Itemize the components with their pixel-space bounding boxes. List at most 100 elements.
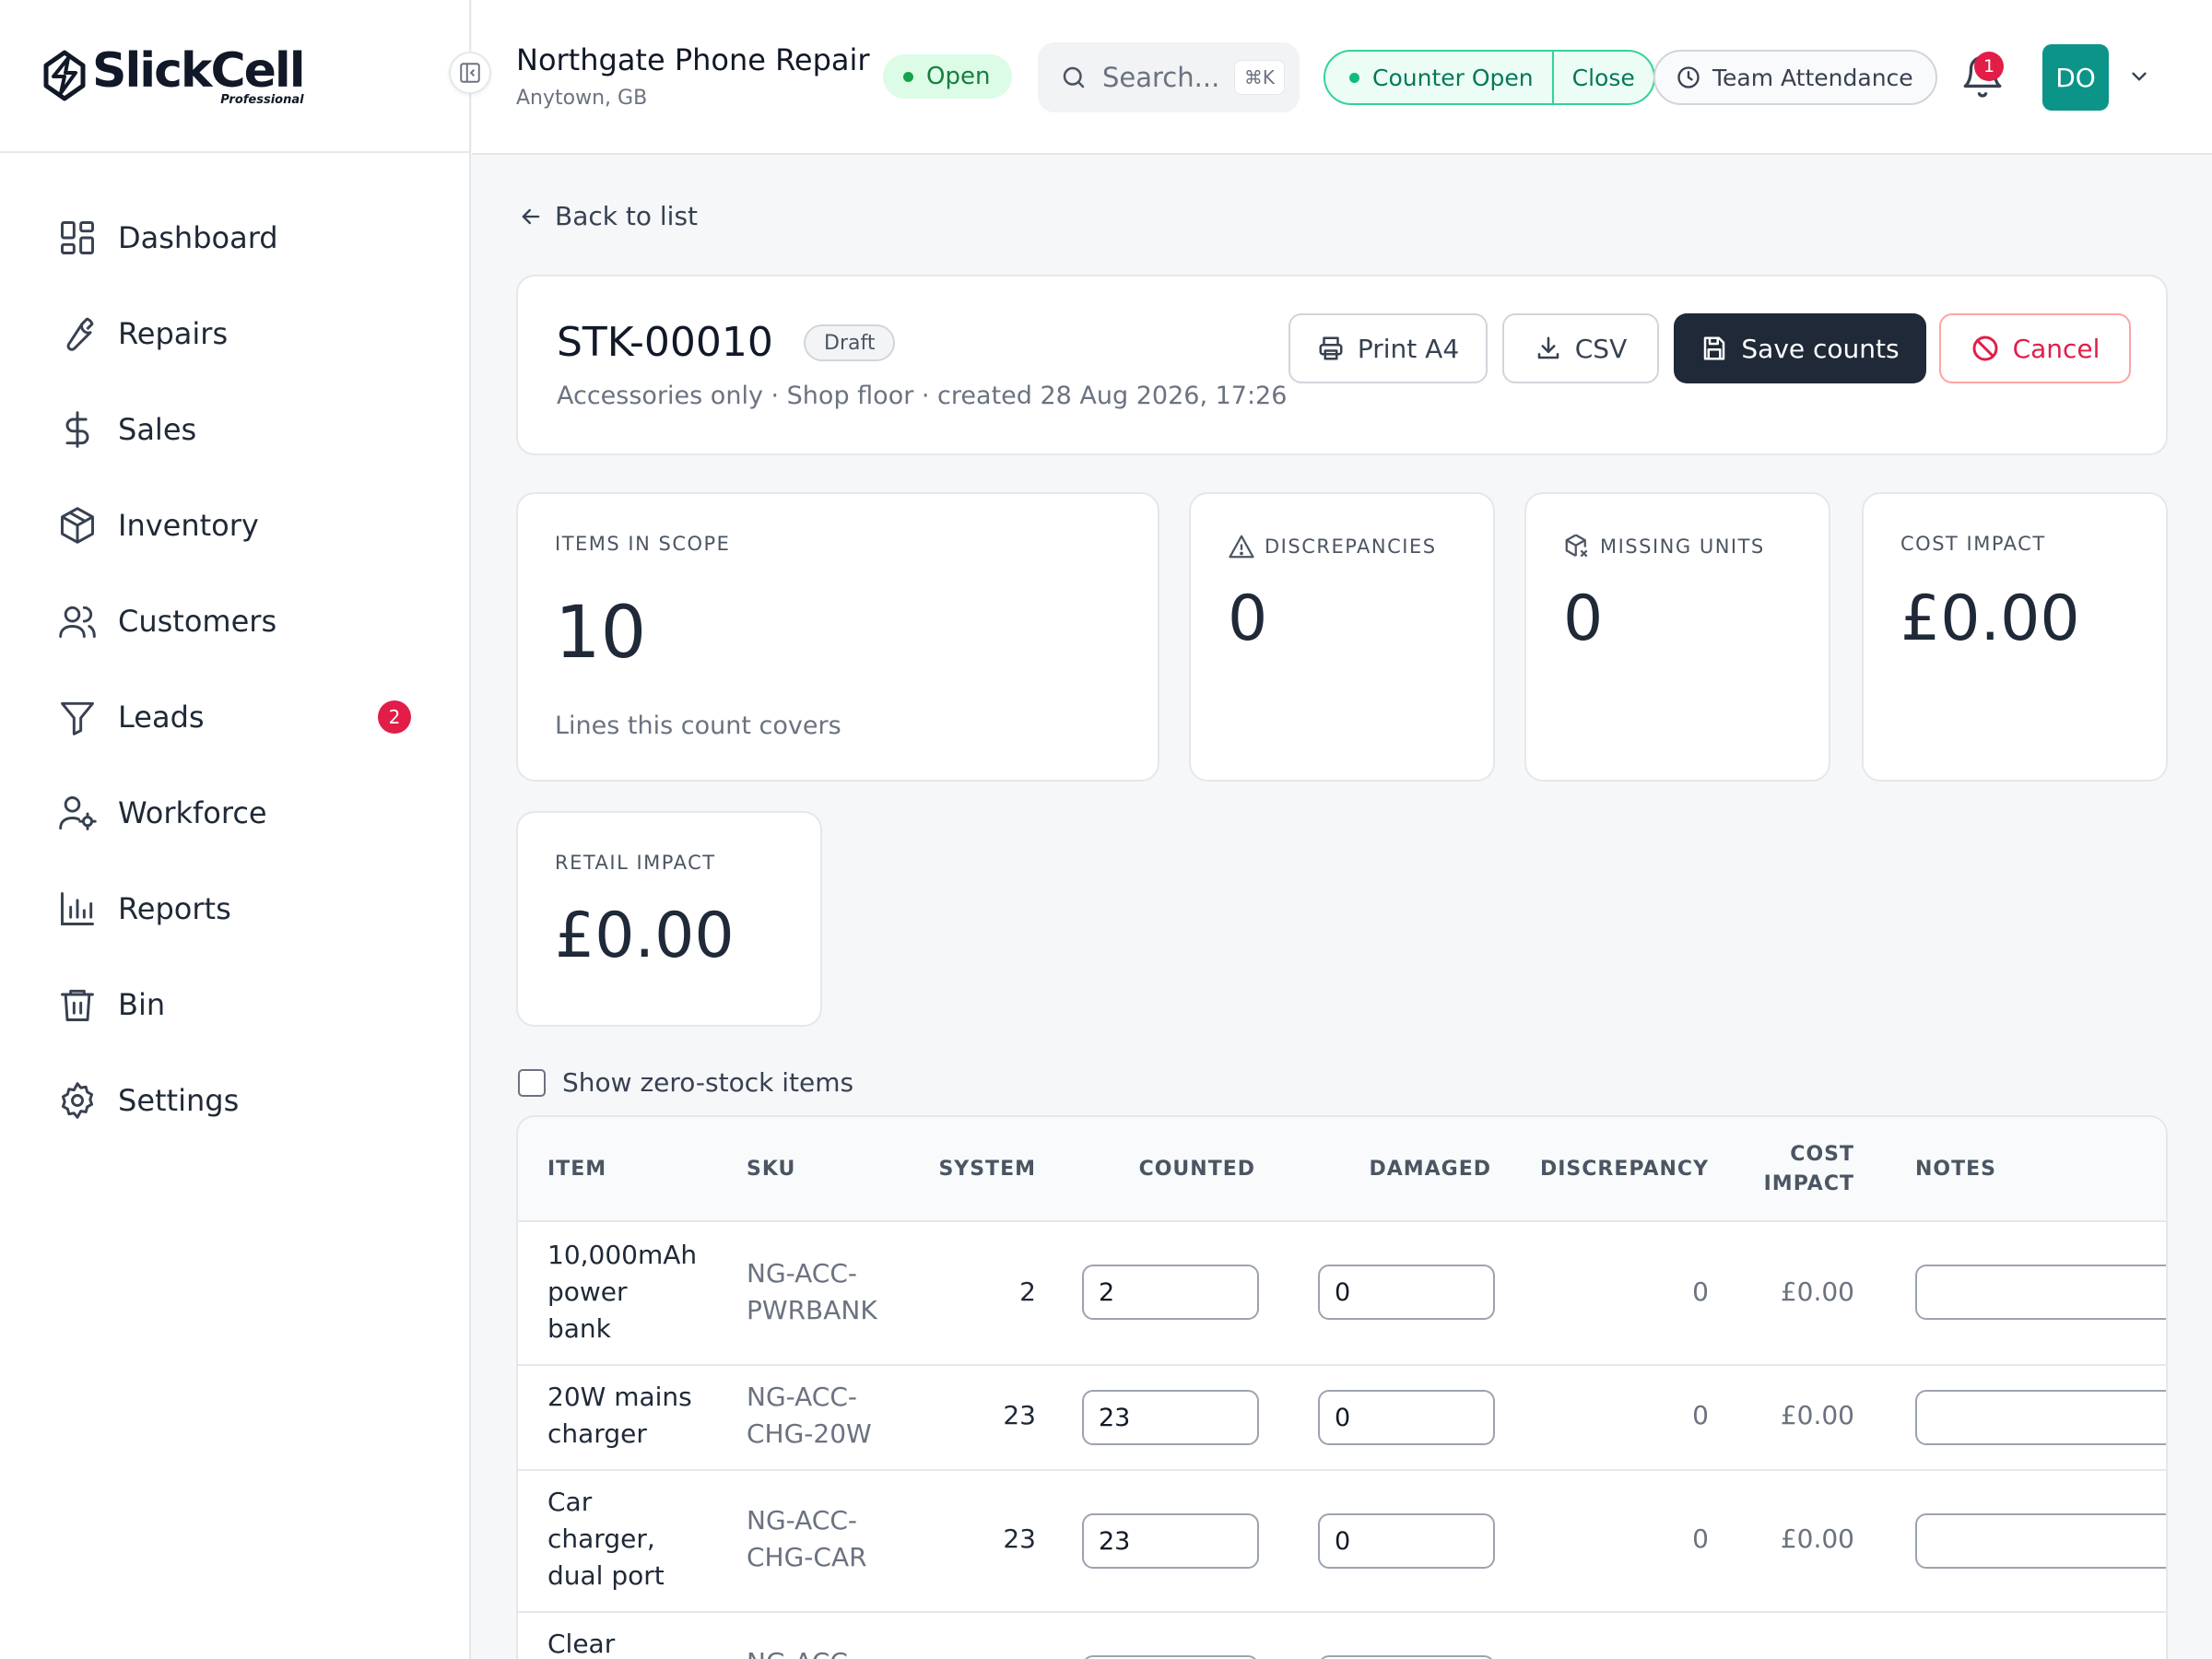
counted-input[interactable]: 23 [1082, 1513, 1259, 1569]
stat-value: 0 [1563, 582, 1604, 655]
sidebar-item-label: Repairs [118, 316, 229, 351]
sidebar-nav: Dashboard Repairs Sales Inventory Custom… [0, 153, 469, 1148]
stat-cost-impact: COST IMPACT £0.00 [1862, 492, 2168, 782]
counter-open-status[interactable]: Counter Open [1325, 52, 1554, 103]
table-row: Car charger, dual port NG-ACC- CHG-CAR 2… [518, 1469, 2166, 1611]
item-name-line: 10,000mAh [547, 1240, 698, 1270]
sidebar-item-leads[interactable]: Leads 2 [0, 669, 469, 765]
table-row: 10,000mAh power bank NG-ACC- PWRBANK 2 2… [518, 1220, 2166, 1364]
slickcell-logo-icon [43, 50, 86, 101]
item-sku: NG-ACC- CHG-CAR [747, 1502, 867, 1576]
counted-input[interactable]: 2 [1082, 1265, 1259, 1320]
item-sku: NG-ACC- CHG-20W [747, 1379, 872, 1453]
brand-logo[interactable]: SlickCell Professional [0, 0, 469, 153]
damaged-input[interactable]: 0 [1318, 1513, 1495, 1569]
sidebar-item-label: Customers [118, 604, 277, 639]
collapse-sidebar-button[interactable] [449, 52, 491, 94]
column-header-item[interactable]: ITEM [547, 1158, 606, 1181]
show-zero-stock-checkbox[interactable] [518, 1068, 546, 1097]
item-name-line: Clear [547, 1629, 616, 1659]
sidebar-collapse-icon [460, 63, 480, 83]
stat-label: DISCREPANCIES [1265, 535, 1437, 558]
sidebar-item-repairs[interactable]: Repairs [0, 286, 469, 382]
save-counts-button[interactable]: Save counts [1674, 313, 1926, 383]
sidebar-item-workforce[interactable]: Workforce [0, 765, 469, 861]
brand-name: SlickCell [92, 42, 306, 99]
item-name: Car charger, dual port [547, 1484, 732, 1594]
discrepancy-value: 0 [1692, 1400, 1709, 1430]
team-attendance-button[interactable]: Team Attendance [1653, 50, 1937, 105]
dollar-icon [65, 411, 89, 448]
cancel-label: Cancel [2012, 333, 2100, 364]
column-header-system[interactable]: SYSTEM [938, 1158, 1036, 1181]
table-row: Clear NG-ACC- [518, 1611, 2166, 1659]
users-icon [59, 606, 96, 638]
column-header-cost-impact[interactable]: COST [1790, 1143, 1854, 1166]
sku-line: NG-ACC- [747, 1644, 857, 1659]
system-qty: 23 [1003, 1524, 1036, 1554]
sidebar-item-customers[interactable]: Customers [0, 573, 469, 669]
csv-export-label: CSV [1574, 333, 1628, 364]
stock-count-table: ITEM SKU SYSTEM COUNTED DAMAGED DISCREPA… [516, 1115, 2168, 1659]
item-name-line: charger, [547, 1524, 655, 1554]
stat-subtitle: Lines this count covers [555, 712, 841, 740]
csv-export-button[interactable]: CSV [1502, 313, 1659, 383]
stock-count-meta: Accessories only · Shop floor · created … [557, 382, 1288, 410]
table-row: 20W mains charger NG-ACC- CHG-20W 23 23 … [518, 1364, 2166, 1469]
notes-input[interactable] [1915, 1390, 2166, 1445]
warning-icon [1229, 535, 1254, 559]
stat-retail-impact: RETAIL IMPACT £0.00 [516, 811, 822, 1027]
download-icon [1537, 336, 1559, 359]
sidebar-item-label: Inventory [118, 508, 259, 543]
back-to-list-link[interactable]: Back to list [518, 201, 698, 231]
user-avatar[interactable]: DO [2042, 44, 2109, 111]
sidebar-item-reports[interactable]: Reports [0, 861, 469, 957]
print-a4-button[interactable]: Print A4 [1288, 313, 1488, 383]
counted-input[interactable] [1082, 1655, 1259, 1659]
show-zero-stock-toggle[interactable]: Show zero-stock items [518, 1067, 853, 1098]
sidebar-item-bin[interactable]: Bin [0, 957, 469, 1053]
stock-count-header-card: STK-00010 Draft Accessories only · Shop … [516, 275, 2168, 455]
sidebar-item-sales[interactable]: Sales [0, 382, 469, 477]
trash-icon [61, 989, 94, 1021]
counted-input[interactable]: 23 [1082, 1390, 1259, 1445]
search-icon [1063, 66, 1085, 88]
page-title: STK-00010 [557, 319, 773, 366]
sidebar-item-label: Dashboard [118, 220, 278, 255]
item-name: 20W mains charger [547, 1379, 732, 1453]
gear-icon [61, 1082, 94, 1119]
notes-input[interactable] [1915, 1513, 2166, 1569]
column-header-counted[interactable]: COUNTED [1139, 1158, 1255, 1181]
column-header-notes[interactable]: NOTES [1915, 1158, 1996, 1181]
brand-subtitle: Professional [220, 92, 304, 107]
damaged-input[interactable]: 0 [1318, 1265, 1495, 1320]
sidebar-item-inventory[interactable]: Inventory [0, 477, 469, 573]
shop-status-badge: Open [883, 54, 1013, 99]
sidebar-item-label: Sales [118, 412, 197, 447]
sidebar-item-label: Settings [118, 1083, 240, 1118]
column-header-cost-impact: IMPACT [1763, 1172, 1854, 1195]
stat-label-row: MISSING UNITS [1563, 533, 1765, 560]
sidebar-item-dashboard[interactable]: Dashboard [0, 190, 469, 286]
notes-input[interactable] [1915, 1265, 2166, 1320]
search-input[interactable]: Search... ⌘K [1038, 42, 1300, 112]
column-header-damaged[interactable]: DAMAGED [1369, 1158, 1491, 1181]
chevron-down-icon[interactable] [2127, 65, 2151, 88]
search-placeholder: Search... [1102, 62, 1220, 93]
sku-line: CHG-CAR [747, 1542, 867, 1572]
shop-name: Northgate Phone Repair [516, 42, 870, 77]
save-icon [1704, 336, 1725, 360]
item-name: 10,000mAh power bank [547, 1237, 732, 1347]
sidebar-item-settings[interactable]: Settings [0, 1053, 469, 1148]
damaged-input[interactable]: 0 [1318, 1390, 1495, 1445]
box-x-icon [1565, 534, 1588, 558]
stat-missing-units: MISSING UNITS 0 [1524, 492, 1830, 782]
stat-value: 10 [555, 592, 647, 675]
sidebar: SlickCell Professional Dashboard Repairs… [0, 0, 471, 1659]
cancel-button[interactable]: Cancel [1939, 313, 2131, 383]
column-header-sku[interactable]: SKU [747, 1158, 795, 1181]
counter-close-button[interactable]: Close [1554, 52, 1653, 103]
column-header-discrepancy[interactable]: DISCREPANCY [1540, 1158, 1709, 1181]
damaged-input[interactable] [1318, 1655, 1495, 1659]
sku-line: NG-ACC- [747, 1505, 857, 1535]
